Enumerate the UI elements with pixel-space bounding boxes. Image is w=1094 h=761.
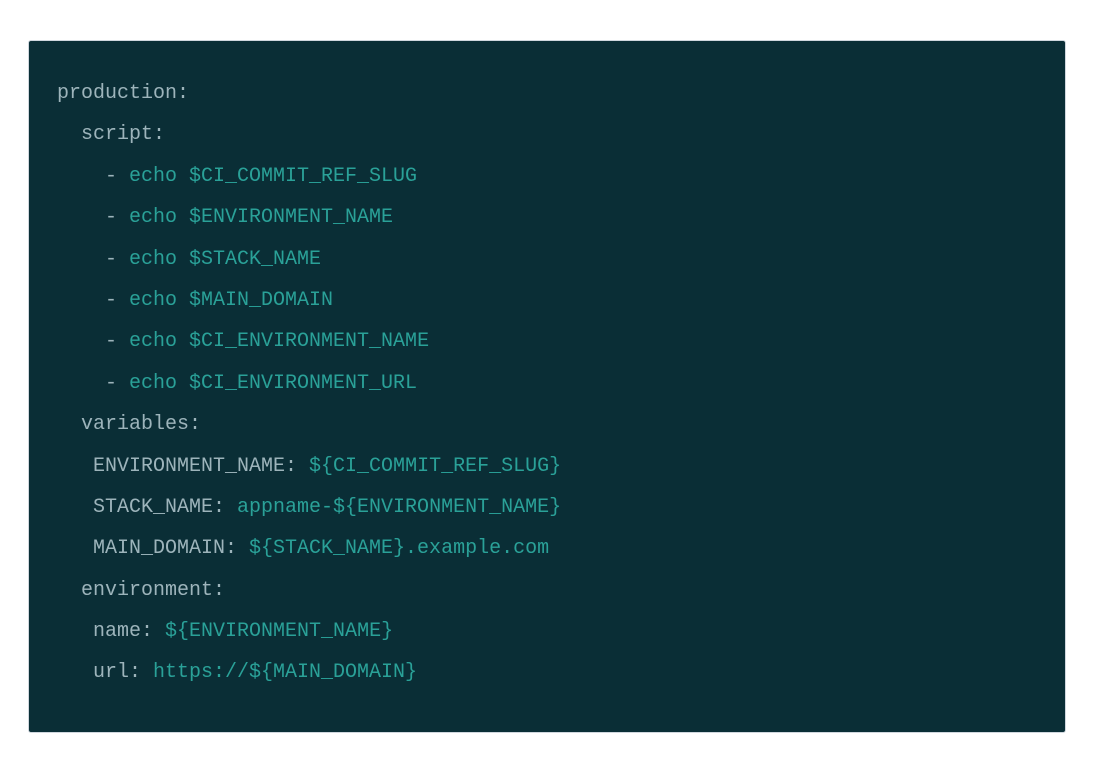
code-line: variables:: [57, 413, 201, 436]
code-value: https://${MAIN_DOMAIN}: [153, 661, 417, 684]
code-value: appname-${ENVIRONMENT_NAME}: [237, 496, 561, 519]
code-line: environment:: [57, 579, 225, 602]
code-key: name:: [57, 620, 165, 643]
code-command: echo $STACK_NAME: [129, 248, 321, 271]
code-dash: -: [57, 289, 129, 312]
code-line: script:: [57, 123, 165, 146]
code-key: ENVIRONMENT_NAME:: [57, 455, 309, 478]
code-dash: -: [57, 248, 129, 271]
code-key: MAIN_DOMAIN:: [57, 537, 249, 560]
code-command: echo $CI_COMMIT_REF_SLUG: [129, 165, 417, 188]
code-dash: -: [57, 165, 129, 188]
code-line: production:: [57, 82, 189, 105]
code-value: ${CI_COMMIT_REF_SLUG}: [309, 455, 561, 478]
code-command: echo $MAIN_DOMAIN: [129, 289, 333, 312]
code-command: echo $CI_ENVIRONMENT_URL: [129, 372, 417, 395]
code-value: ${STACK_NAME}.example.com: [249, 537, 549, 560]
code-value: ${ENVIRONMENT_NAME}: [165, 620, 393, 643]
code-key: url:: [57, 661, 153, 684]
code-dash: -: [57, 330, 129, 353]
code-key: STACK_NAME:: [57, 496, 237, 519]
code-dash: -: [57, 206, 129, 229]
yaml-code-block: production: script: - echo $CI_COMMIT_RE…: [28, 40, 1066, 733]
code-command: echo $CI_ENVIRONMENT_NAME: [129, 330, 429, 353]
code-dash: -: [57, 372, 129, 395]
code-command: echo $ENVIRONMENT_NAME: [129, 206, 393, 229]
